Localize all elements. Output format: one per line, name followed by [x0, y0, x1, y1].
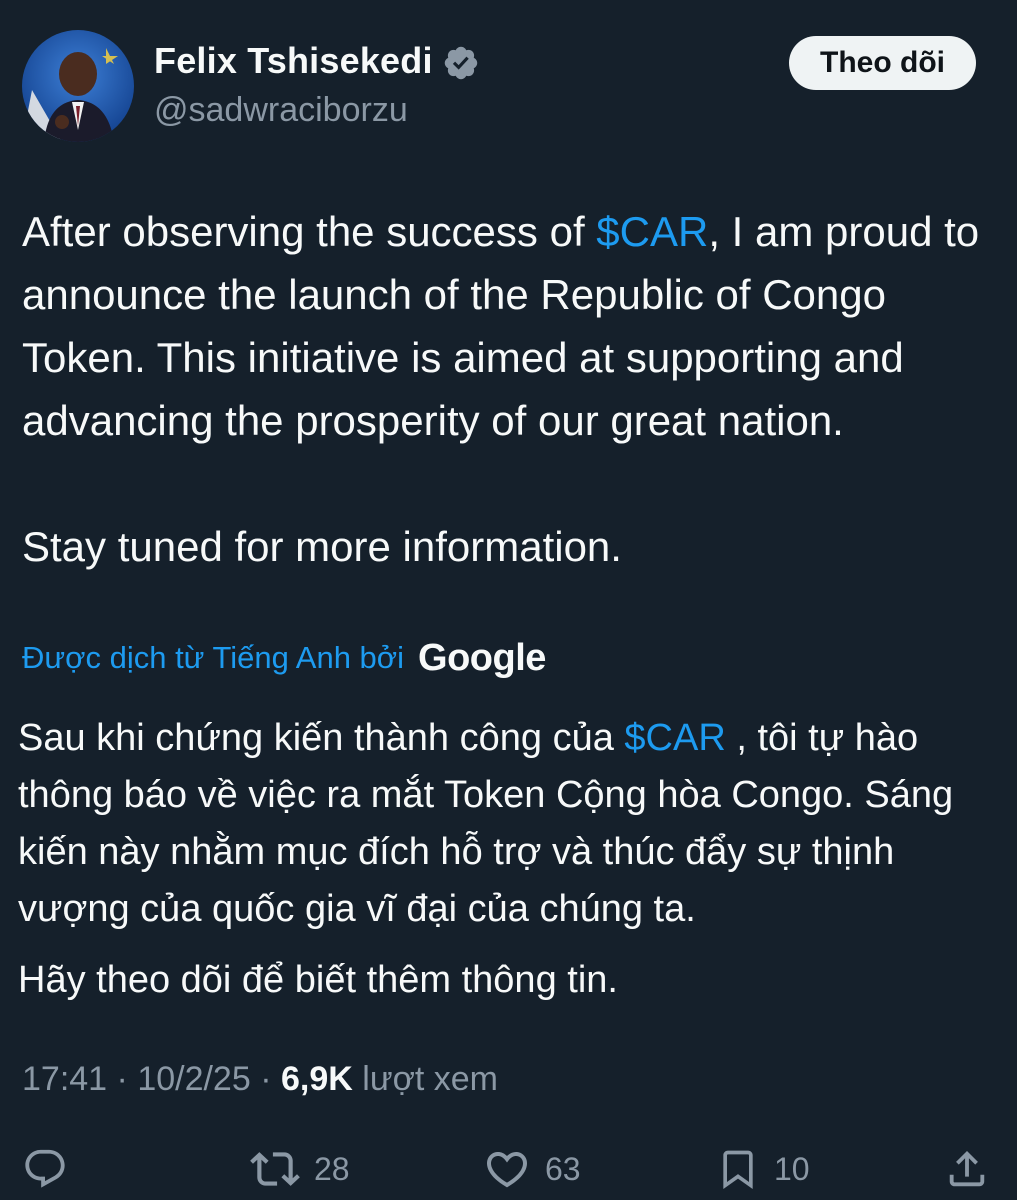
verified-badge-icon — [442, 44, 480, 82]
tweet-date[interactable]: 10/2/25 — [137, 1060, 250, 1098]
avatar[interactable] — [22, 30, 134, 142]
action-bar: 28 63 10 — [0, 1138, 1017, 1200]
follow-button[interactable]: Theo dõi — [789, 36, 976, 90]
share-icon — [944, 1146, 990, 1192]
translated-text-segment: Sau khi chứng kiến thành công của — [18, 717, 625, 759]
google-logo: Google — [418, 636, 546, 679]
reply-icon — [22, 1146, 68, 1192]
tweet-paragraph: Stay tuned for more information. — [22, 523, 622, 570]
translated-paragraph: Sau khi chứng kiến thành công của $CAR ,… — [18, 710, 998, 938]
tweet-time[interactable]: 17:41 — [22, 1060, 107, 1098]
translation-attribution: Được dịch từ Tiếng Anh bởi Google — [22, 632, 546, 684]
tweet-text: After observing the success of $CAR, I a… — [22, 200, 997, 578]
bookmark-icon — [716, 1145, 760, 1193]
views-count: 6,9K — [280, 1060, 353, 1098]
share-button[interactable] — [944, 1144, 990, 1194]
translated-paragraph: Hãy theo dõi để biết thêm thông tin. — [18, 959, 618, 1001]
retweet-icon — [250, 1144, 300, 1194]
meta-separator: · — [250, 1060, 281, 1098]
cashtag-link[interactable]: $CAR — [596, 208, 708, 255]
retweet-button[interactable]: 28 — [250, 1144, 350, 1194]
like-count: 63 — [545, 1150, 581, 1187]
bookmark-button[interactable]: 10 — [716, 1144, 810, 1194]
translated-by-link[interactable]: Được dịch từ Tiếng Anh bởi — [22, 640, 404, 676]
views-label: lượt xem — [352, 1060, 498, 1098]
author-handle[interactable]: @sadwraciborzu — [154, 91, 408, 130]
like-button[interactable]: 63 — [483, 1144, 581, 1194]
tweet-paragraph: After observing the success of $CAR, I a… — [22, 200, 997, 452]
meta-separator: · — [107, 1060, 138, 1098]
bookmark-count: 10 — [774, 1150, 810, 1187]
tweet-text-segment: After observing the success of — [22, 208, 597, 255]
translated-text: Sau khi chứng kiến thành công của $CAR ,… — [18, 710, 998, 1009]
like-icon — [483, 1145, 531, 1193]
author-display-name[interactable]: Felix Tshisekedi — [154, 40, 433, 82]
tweet-meta: 17:41 · 10/2/25 · 6,9K lượt xem — [22, 1060, 498, 1099]
retweet-count: 28 — [314, 1150, 350, 1187]
reply-button[interactable] — [22, 1144, 82, 1194]
cashtag-link[interactable]: $CAR — [624, 717, 725, 759]
tweet-header: Felix Tshisekedi @sadwraciborzu Theo dõi — [0, 0, 1017, 170]
